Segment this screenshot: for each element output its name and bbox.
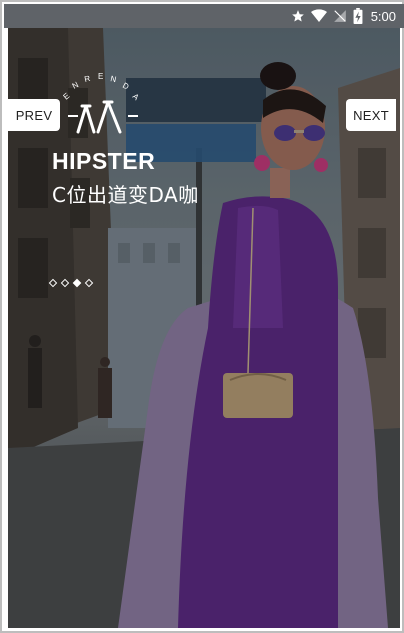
brand-logo: E N R E N D A [62, 72, 142, 134]
svg-text:D: D [121, 81, 131, 92]
svg-text:A: A [131, 92, 142, 103]
hero-title: HIPSTER [52, 148, 156, 174]
app-frame: 5:00 E N R E N D A HIPSTER C位出道变DA咖 PREV… [0, 0, 404, 633]
hero-subtitle: C位出道变DA咖 [52, 183, 199, 207]
status-bar: 5:00 [4, 4, 404, 28]
svg-text:N: N [71, 80, 81, 91]
no-sim-icon [333, 9, 347, 23]
next-button[interactable]: NEXT [346, 99, 396, 131]
prev-button[interactable]: PREV [8, 99, 60, 131]
svg-text:R: R [84, 74, 93, 84]
svg-text:E: E [98, 72, 104, 81]
wifi-icon [310, 9, 327, 23]
status-time: 5:00 [370, 8, 396, 24]
star-icon [291, 9, 305, 23]
svg-text:E: E [62, 91, 73, 102]
page-dot-4[interactable] [84, 278, 94, 288]
page-indicator [48, 278, 94, 288]
battery-charging-icon [353, 8, 363, 24]
page-dot-3-active[interactable] [72, 278, 82, 288]
page-dot-1[interactable] [48, 278, 58, 288]
page-dot-2[interactable] [60, 278, 70, 288]
svg-text:N: N [110, 74, 119, 84]
